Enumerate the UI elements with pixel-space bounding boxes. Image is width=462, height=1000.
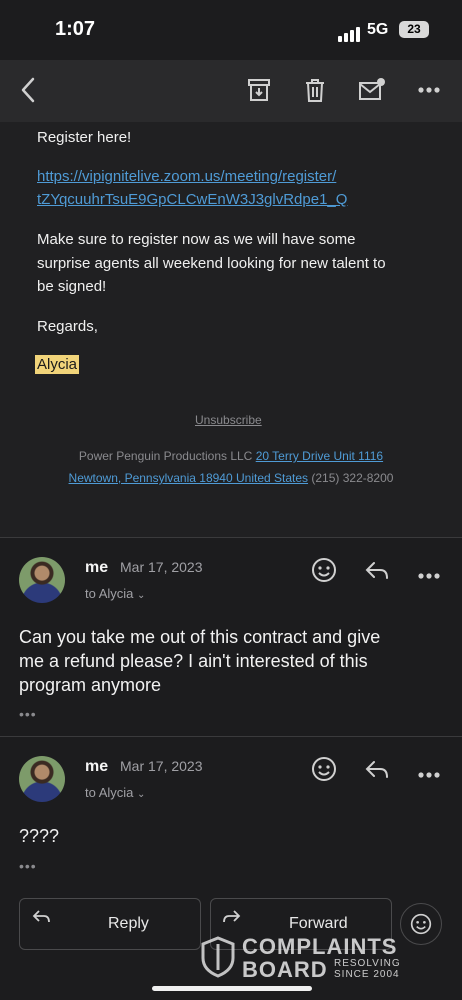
status-time: 1:07 bbox=[55, 18, 96, 40]
reply-button[interactable]: Reply bbox=[19, 898, 201, 950]
divider bbox=[0, 537, 462, 538]
more-icon[interactable] bbox=[413, 74, 445, 106]
reply-body-line1: Can you take me out of this contract and… bbox=[19, 627, 381, 647]
message-date: Mar 17, 2023 bbox=[120, 758, 203, 774]
network-type: 5G bbox=[367, 21, 389, 38]
show-quoted-button[interactable]: ••• bbox=[19, 858, 37, 874]
forward-icon bbox=[221, 909, 241, 930]
recipient-label: to Alycia bbox=[85, 785, 134, 800]
forward-button-label: Forward bbox=[289, 915, 348, 932]
divider bbox=[0, 736, 462, 737]
trash-icon[interactable] bbox=[299, 74, 331, 106]
chevron-down-icon: ⌄ bbox=[137, 789, 146, 800]
message-paragraph-line3: be signed! bbox=[37, 278, 107, 295]
watermark-tag-1: RESOLVING bbox=[334, 958, 401, 969]
home-indicator[interactable] bbox=[152, 986, 312, 991]
battery-icon: 23 bbox=[399, 21, 429, 38]
signal-icon bbox=[338, 24, 362, 42]
sender-name: me bbox=[85, 758, 109, 775]
show-quoted-button[interactable]: ••• bbox=[19, 706, 37, 722]
register-text: Register here! bbox=[37, 129, 132, 146]
footer-address-link1[interactable]: 20 Terry Drive Unit 1116 bbox=[256, 449, 383, 463]
regards-text: Regards, bbox=[37, 318, 98, 335]
recipient-toggle[interactable]: to Alycia ⌄ bbox=[85, 785, 145, 800]
watermark-text-2: BOARD bbox=[242, 957, 328, 982]
email-footer: Power Penguin Productions LLC 20 Terry D… bbox=[20, 445, 442, 489]
watermark-logo bbox=[200, 936, 236, 983]
emoji-reaction-icon[interactable] bbox=[311, 756, 337, 787]
emoji-icon bbox=[410, 913, 432, 935]
archive-icon[interactable] bbox=[243, 74, 275, 106]
register-link-line1[interactable]: https://vipignitelive.zoom.us/meeting/re… bbox=[37, 166, 336, 188]
footer-phone: (215) 322-8200 bbox=[311, 471, 394, 485]
footer-address-link2[interactable]: Newtown, Pennsylvania 18940 United State… bbox=[69, 471, 308, 485]
toolbar bbox=[0, 60, 462, 122]
watermark-tag-2: SINCE 2004 bbox=[334, 969, 400, 980]
sender-name: me bbox=[85, 559, 109, 576]
reply-icon[interactable] bbox=[364, 759, 390, 786]
emoji-reaction-icon[interactable] bbox=[311, 557, 337, 588]
more-icon[interactable] bbox=[417, 567, 441, 585]
reply-icon bbox=[32, 909, 52, 930]
unsubscribe-link[interactable]: Unsubscribe bbox=[195, 413, 262, 427]
reply-body-line2: me a refund please? I ain't interested o… bbox=[19, 651, 368, 671]
footer-company: Power Penguin Productions LLC bbox=[78, 449, 253, 463]
back-icon[interactable] bbox=[12, 74, 44, 106]
message-date: Mar 17, 2023 bbox=[120, 559, 203, 575]
reply-icon[interactable] bbox=[364, 560, 390, 587]
message-paragraph-line2: surprise agents all weekend looking for … bbox=[37, 255, 386, 272]
register-link-line2[interactable]: tZYqcuuhrTsuE9GpCLCwEnW3J3glvRdpe1_Q bbox=[37, 189, 347, 211]
recipient-label: to Alycia bbox=[85, 586, 134, 601]
mark-unread-icon[interactable] bbox=[356, 74, 388, 106]
recipient-toggle[interactable]: to Alycia ⌄ bbox=[85, 586, 145, 601]
message-paragraph-line1: Make sure to register now as we will hav… bbox=[37, 231, 356, 248]
shield-icon bbox=[201, 936, 235, 978]
signature-highlighted: Alycia bbox=[35, 355, 80, 374]
more-icon[interactable] bbox=[417, 766, 441, 784]
avatar[interactable] bbox=[19, 756, 65, 802]
chevron-down-icon: ⌄ bbox=[137, 590, 146, 601]
reply-body: ???? bbox=[19, 826, 60, 846]
emoji-reaction-button[interactable] bbox=[400, 903, 442, 945]
reply-button-label: Reply bbox=[108, 915, 149, 932]
avatar[interactable] bbox=[19, 557, 65, 603]
reply-body-line3: program anymore bbox=[19, 675, 162, 695]
